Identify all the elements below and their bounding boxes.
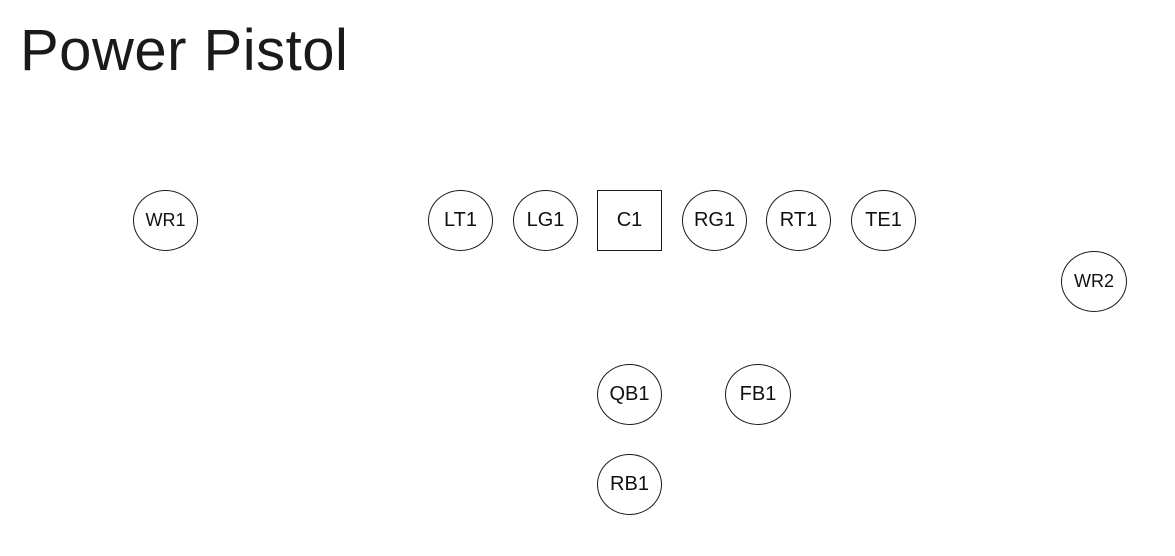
player-qb1: QB1 — [597, 364, 662, 425]
player-wr1: WR1 — [133, 190, 198, 251]
player-rt1: RT1 — [766, 190, 831, 251]
player-wr2: WR2 — [1061, 251, 1127, 312]
player-rb1: RB1 — [597, 454, 662, 515]
player-lg1: LG1 — [513, 190, 578, 251]
player-te1: TE1 — [851, 190, 916, 251]
page-title: Power Pistol — [20, 18, 349, 83]
player-lt1: LT1 — [428, 190, 493, 251]
formation-diagram: Power Pistol WR1 LT1 LG1 C1 RG1 RT1 TE1 … — [0, 0, 1175, 556]
player-fb1: FB1 — [725, 364, 791, 425]
player-c1: C1 — [597, 190, 662, 251]
player-rg1: RG1 — [682, 190, 747, 251]
